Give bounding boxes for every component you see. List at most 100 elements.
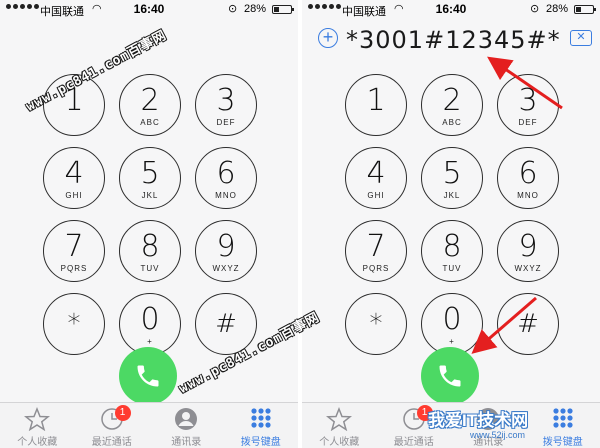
tab-keypad[interactable]: 拨号键盘 — [526, 403, 600, 448]
key-4[interactable]: 4 GHI — [43, 147, 105, 209]
key-2[interactable]: 2 ABC — [119, 74, 181, 136]
key-digit: 4 — [64, 156, 84, 191]
key-5[interactable]: 5 JKL — [421, 147, 483, 209]
key-letters: + — [449, 337, 455, 346]
key-digit: # — [215, 309, 237, 339]
rotation-lock-icon: ⊙ — [530, 3, 540, 15]
tab-label: 拨号键盘 — [240, 437, 281, 448]
key-letters: ABC — [140, 118, 160, 127]
battery-level — [576, 7, 581, 12]
battery-icon — [574, 5, 596, 14]
key-letters: WXYZ — [514, 264, 542, 273]
rotation-lock-icon: ⊙ — [228, 3, 238, 15]
key-8[interactable]: 8 TUV — [421, 220, 483, 282]
key-digit: 2 — [140, 83, 160, 118]
key-letters: PQRS — [60, 264, 88, 273]
key-digit: 5 — [442, 156, 462, 191]
key-7[interactable]: 7 PQRS — [345, 220, 407, 282]
key-6[interactable]: 6 MNO — [497, 147, 559, 209]
tab-keypad[interactable]: 拨号键盘 — [224, 403, 299, 448]
key-digit: 3 — [518, 83, 538, 118]
key-letters: JKL — [141, 191, 159, 200]
key-digit: # — [517, 309, 539, 339]
key-letters: TUV — [140, 264, 160, 273]
tab-label: 最近通话 — [393, 437, 434, 448]
key-letters: DEF — [216, 118, 236, 127]
key-7[interactable]: 7 PQRS — [43, 220, 105, 282]
battery-level — [274, 7, 279, 12]
key-digit: 8 — [140, 229, 160, 264]
key-3[interactable]: 3 DEF — [497, 74, 559, 136]
key-digit: 5 — [140, 156, 160, 191]
key-9[interactable]: 9 WXYZ — [195, 220, 257, 282]
key-9[interactable]: 9 WXYZ — [497, 220, 559, 282]
star-icon — [326, 407, 353, 431]
key-digit: 1 — [366, 83, 386, 118]
key-3[interactable]: 3 DEF — [195, 74, 257, 136]
key-letters: WXYZ — [212, 264, 240, 273]
key-1[interactable]: 1 — [345, 74, 407, 136]
key-digit: 0 — [140, 302, 160, 337]
key-4[interactable]: 4 GHI — [345, 147, 407, 209]
call-button[interactable] — [421, 347, 479, 405]
key-digit: 4 — [366, 156, 386, 191]
key-8[interactable]: 8 TUV — [119, 220, 181, 282]
tab-recents[interactable]: 1 最近通话 — [75, 403, 150, 448]
phone-icon — [137, 365, 159, 387]
key-letters: TUV — [442, 264, 462, 273]
key-digit: * — [369, 309, 383, 339]
right-dialer-screen: 中国联通 ◠ 16:40 ⊙ 28% + *3001#12345#* ✕ 1 2… — [302, 0, 600, 448]
key-letters: MNO — [517, 191, 539, 200]
key-2[interactable]: 2 ABC — [421, 74, 483, 136]
key-0[interactable]: 0 + — [119, 293, 181, 355]
bottom-url-watermark: www.52ij.com — [470, 430, 526, 440]
bottom-logo-watermark: 我爱IT技术网 — [428, 411, 529, 430]
key-star[interactable]: * — [345, 293, 407, 355]
tab-label: 拨号键盘 — [542, 437, 583, 448]
keypad-icon — [553, 408, 573, 428]
key-digit: 9 — [216, 229, 236, 264]
key-0[interactable]: 0 + — [421, 293, 483, 355]
tab-contacts[interactable]: 通讯录 — [149, 403, 224, 448]
key-digit: 7 — [64, 229, 84, 264]
key-digit: 9 — [518, 229, 538, 264]
recents-badge: 1 — [114, 405, 131, 421]
key-6[interactable]: 6 MNO — [195, 147, 257, 209]
battery-percent: 28% — [546, 3, 569, 15]
key-hash[interactable]: # — [497, 293, 559, 355]
dialed-number: *3001#12345#* — [346, 26, 561, 54]
left-dialer-screen: 中国联通 ◠ 16:40 ⊙ 28% 1 2 ABC 3 DEF 4 GHI 5 JKL… — [0, 0, 298, 448]
add-contact-button[interactable]: + — [318, 28, 338, 48]
keypad-icon — [251, 408, 271, 428]
tab-favorites[interactable]: 个人收藏 — [302, 403, 377, 448]
key-digit: 3 — [216, 83, 236, 118]
tab-label: 个人收藏 — [319, 437, 360, 448]
contacts-icon — [175, 408, 198, 430]
tab-label: 最近通话 — [91, 437, 132, 448]
status-bar: 中国联通 ◠ 16:40 ⊙ 28% — [0, 0, 298, 20]
key-digit: * — [67, 309, 81, 339]
key-letters: MNO — [215, 191, 237, 200]
key-digit: 6 — [518, 156, 538, 191]
tab-bar: 个人收藏 1 最近通话 通讯录 拨号键盘 — [0, 402, 298, 448]
key-digit: 8 — [442, 229, 462, 264]
key-letters: DEF — [518, 118, 538, 127]
dialed-number-row: + *3001#12345#* ✕ — [302, 22, 600, 58]
key-letters: + — [147, 337, 153, 346]
battery-percent: 28% — [244, 3, 267, 15]
key-letters: PQRS — [362, 264, 390, 273]
key-letters: GHI — [367, 191, 385, 200]
tab-label: 通讯录 — [171, 437, 202, 448]
tab-label: 个人收藏 — [17, 437, 58, 448]
key-digit: 6 — [216, 156, 236, 191]
key-digit: 0 — [442, 302, 462, 337]
key-star[interactable]: * — [43, 293, 105, 355]
tab-favorites[interactable]: 个人收藏 — [0, 403, 75, 448]
battery-icon — [272, 5, 294, 14]
status-bar: 中国联通 ◠ 16:40 ⊙ 28% — [302, 0, 600, 20]
key-letters: JKL — [443, 191, 461, 200]
phone-icon — [439, 365, 461, 387]
call-button[interactable] — [119, 347, 177, 405]
key-5[interactable]: 5 JKL — [119, 147, 181, 209]
delete-button[interactable]: ✕ — [570, 30, 592, 46]
